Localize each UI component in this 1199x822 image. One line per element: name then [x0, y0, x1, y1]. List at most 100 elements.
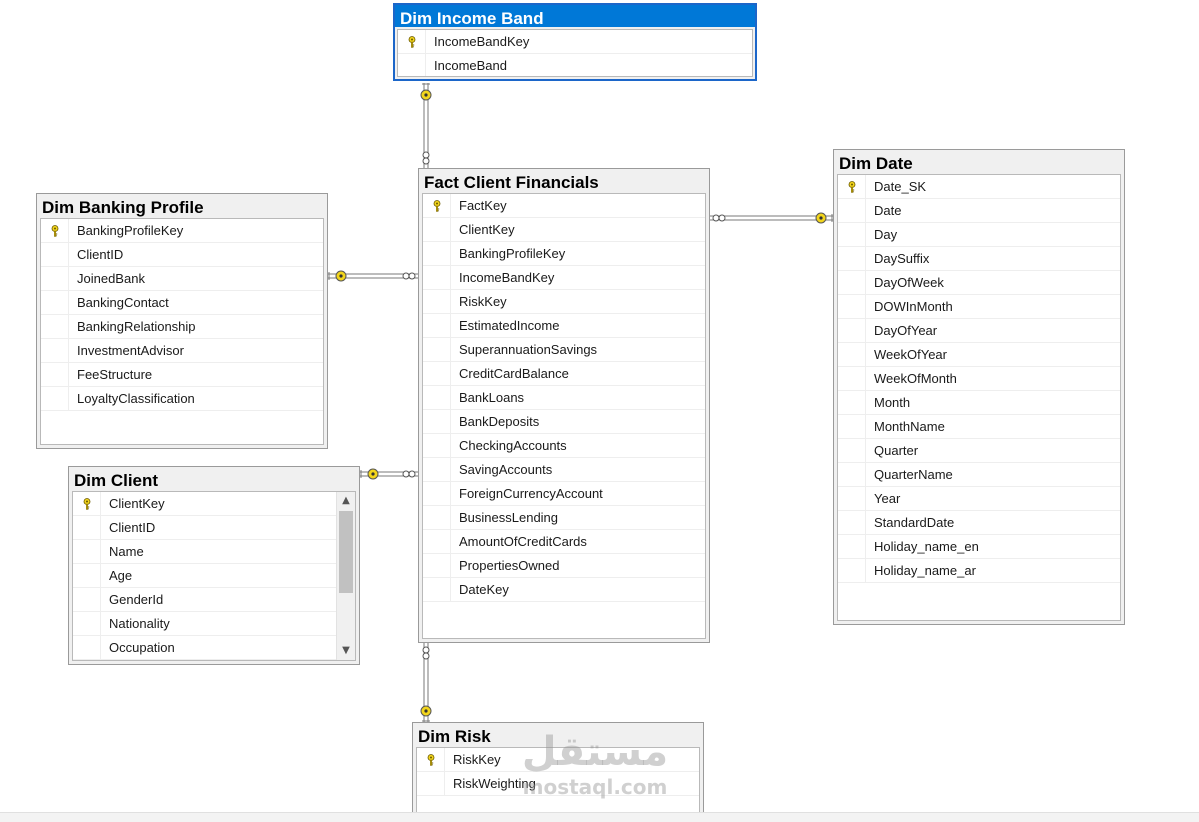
row-selector[interactable] — [73, 564, 101, 587]
column-row[interactable]: GenderId — [73, 588, 355, 612]
column-row[interactable]: QuarterName — [838, 463, 1120, 487]
column-row[interactable]: FactKey — [423, 194, 705, 218]
row-selector[interactable] — [73, 612, 101, 635]
column-row[interactable]: IncomeBandKey — [423, 266, 705, 290]
column-row[interactable]: SuperannuationSavings — [423, 338, 705, 362]
row-selector[interactable] — [417, 772, 445, 795]
row-selector[interactable] — [73, 540, 101, 563]
column-row[interactable]: MonthName — [838, 415, 1120, 439]
column-row[interactable]: DaySuffix — [838, 247, 1120, 271]
column-row[interactable]: ForeignCurrencyAccount — [423, 482, 705, 506]
row-selector[interactable] — [838, 487, 866, 510]
column-row[interactable]: Day — [838, 223, 1120, 247]
column-row[interactable]: ClientKey — [423, 218, 705, 242]
column-row[interactable]: ClientID — [41, 243, 323, 267]
row-selector[interactable] — [423, 386, 451, 409]
row-selector[interactable] — [41, 339, 69, 362]
row-selector[interactable] — [838, 295, 866, 318]
column-row[interactable]: Month — [838, 391, 1120, 415]
table-title[interactable]: Dim Banking Profile — [37, 194, 327, 218]
row-selector[interactable] — [838, 367, 866, 390]
table-title[interactable]: Fact Client Financials — [419, 169, 709, 193]
row-selector[interactable] — [423, 266, 451, 289]
column-row[interactable]: RiskKey — [417, 748, 699, 772]
table-dim-banking-profile[interactable]: Dim Banking Profile BankingProfileKey Cli… — [36, 193, 328, 449]
row-selector[interactable] — [838, 391, 866, 414]
column-row[interactable]: InvestmentAdvisor — [41, 339, 323, 363]
row-selector[interactable] — [423, 194, 451, 217]
relationship-client-fact[interactable] — [360, 468, 418, 480]
column-row[interactable]: EstimatedIncome — [423, 314, 705, 338]
row-selector[interactable] — [423, 530, 451, 553]
column-row[interactable]: Age — [73, 564, 355, 588]
relationship-risk-fact[interactable] — [420, 643, 432, 722]
column-row[interactable]: BankLoans — [423, 386, 705, 410]
table-fact-client-financials[interactable]: Fact Client Financials FactKey ClientKey B… — [418, 168, 710, 643]
row-selector[interactable] — [838, 199, 866, 222]
row-selector[interactable] — [423, 338, 451, 361]
column-row[interactable]: StandardDate — [838, 511, 1120, 535]
row-selector[interactable] — [838, 271, 866, 294]
row-selector[interactable] — [41, 267, 69, 290]
row-selector[interactable] — [41, 387, 69, 410]
column-row[interactable]: IncomeBand — [398, 54, 752, 76]
row-selector[interactable] — [73, 492, 101, 515]
row-selector[interactable] — [398, 30, 426, 53]
row-selector[interactable] — [41, 315, 69, 338]
column-row[interactable]: ClientKey — [73, 492, 355, 516]
column-row[interactable]: DOWInMonth — [838, 295, 1120, 319]
row-selector[interactable] — [423, 218, 451, 241]
scroll-up-arrow-icon[interactable]: ▲ — [337, 492, 355, 510]
column-row[interactable]: LoyaltyClassification — [41, 387, 323, 411]
column-row[interactable]: Year — [838, 487, 1120, 511]
column-row[interactable]: CreditCardBalance — [423, 362, 705, 386]
table-title[interactable]: Dim Risk — [413, 723, 703, 747]
table-dim-income-band[interactable]: Dim Income Band IncomeBandKey IncomeBand — [393, 3, 757, 81]
column-row[interactable]: RiskKey — [423, 290, 705, 314]
row-selector[interactable] — [73, 636, 101, 659]
row-selector[interactable] — [417, 748, 445, 771]
row-selector[interactable] — [423, 482, 451, 505]
column-row[interactable]: Occupation — [73, 636, 355, 660]
column-row[interactable]: WeekOfMonth — [838, 367, 1120, 391]
column-row[interactable]: DayOfYear — [838, 319, 1120, 343]
column-row[interactable]: Date_SK — [838, 175, 1120, 199]
column-row[interactable]: IncomeBandKey — [398, 30, 752, 54]
row-selector[interactable] — [423, 554, 451, 577]
column-row[interactable]: PropertiesOwned — [423, 554, 705, 578]
row-selector[interactable] — [838, 511, 866, 534]
column-row[interactable]: JoinedBank — [41, 267, 323, 291]
diagram-canvas[interactable]: Dim Income Band IncomeBandKey IncomeBand … — [0, 0, 1199, 822]
row-selector[interactable] — [398, 54, 426, 76]
row-selector[interactable] — [73, 516, 101, 539]
row-selector[interactable] — [838, 247, 866, 270]
column-row[interactable]: Name — [73, 540, 355, 564]
row-selector[interactable] — [838, 535, 866, 558]
column-row[interactable]: BusinessLending — [423, 506, 705, 530]
scroll-down-arrow-icon[interactable]: ▼ — [337, 642, 355, 660]
row-selector[interactable] — [838, 319, 866, 342]
table-dim-risk[interactable]: Dim Risk RiskKey RiskWeighting — [412, 722, 704, 822]
relationship-income-band-fact[interactable] — [420, 83, 432, 168]
row-selector[interactable] — [423, 410, 451, 433]
column-row[interactable]: Nationality — [73, 612, 355, 636]
scroll-thumb[interactable] — [339, 511, 353, 593]
row-selector[interactable] — [423, 242, 451, 265]
column-row[interactable]: FeeStructure — [41, 363, 323, 387]
column-row[interactable]: BankingContact — [41, 291, 323, 315]
relationship-date-fact[interactable] — [710, 212, 833, 224]
table-dim-date[interactable]: Dim Date Date_SK Date Day DaySuffix DayOfWee… — [833, 149, 1125, 625]
row-selector[interactable] — [41, 243, 69, 266]
row-selector[interactable] — [838, 223, 866, 246]
row-selector[interactable] — [838, 343, 866, 366]
column-row[interactable]: AmountOfCreditCards — [423, 530, 705, 554]
column-row[interactable]: WeekOfYear — [838, 343, 1120, 367]
vertical-scrollbar[interactable]: ▲ ▼ — [336, 492, 355, 660]
column-row[interactable]: Holiday_name_ar — [838, 559, 1120, 583]
row-selector[interactable] — [838, 415, 866, 438]
column-row[interactable]: BankingProfileKey — [423, 242, 705, 266]
table-dim-client[interactable]: Dim Client ClientKey ClientID Name Age Gende… — [68, 466, 360, 665]
row-selector[interactable] — [423, 458, 451, 481]
row-selector[interactable] — [41, 291, 69, 314]
column-row[interactable]: DateKey — [423, 578, 705, 602]
